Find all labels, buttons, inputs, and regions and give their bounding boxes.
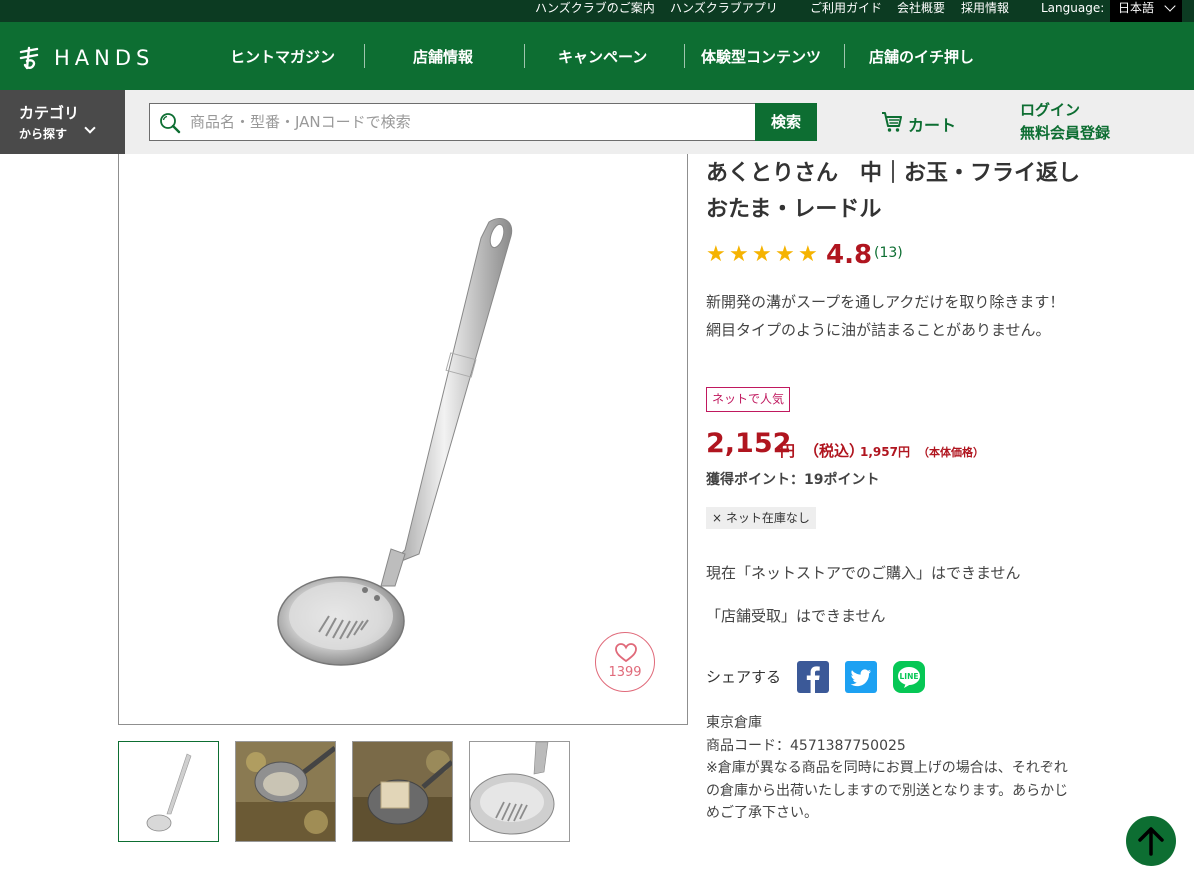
nav-store-picks[interactable]: 店舗のイチ押し bbox=[869, 46, 974, 68]
online-purchase-notice: 現在「ネットストアでのご購入」はできません bbox=[706, 564, 1021, 582]
category-label: カテゴリ bbox=[19, 104, 80, 122]
price-currency: 円 bbox=[780, 442, 796, 460]
heart-icon bbox=[615, 643, 637, 663]
chevron-down-icon bbox=[1164, 0, 1176, 12]
topbar-link-hands-club[interactable]: ハンズクラブのご案内 bbox=[535, 0, 655, 22]
nav-divider bbox=[364, 44, 365, 68]
warehouse-name: 東京倉庫 bbox=[706, 715, 762, 731]
ladle-image bbox=[277, 218, 513, 666]
favorite-button[interactable]: 1399 bbox=[595, 632, 655, 692]
line-icon: LINE bbox=[898, 667, 920, 688]
product-title: あくとりさん 中｜お玉・フライ返し おたま・レードル bbox=[706, 161, 1103, 222]
price-tax-label: （税込） bbox=[804, 442, 865, 460]
topbar-link-hands-club-app[interactable]: ハンズクラブアプリ bbox=[670, 0, 778, 22]
topbar-link-careers[interactable]: 採用情報 bbox=[961, 0, 1009, 22]
reward-points: 獲得ポイント：19ポイント bbox=[706, 472, 880, 488]
language-label: Language: bbox=[1041, 1, 1105, 15]
line-icon-text: LINE bbox=[900, 672, 919, 681]
product-main-image[interactable]: 1399 bbox=[118, 154, 688, 725]
facebook-share-button[interactable] bbox=[797, 661, 829, 693]
facebook-icon bbox=[806, 666, 820, 693]
favorite-count: 1399 bbox=[608, 665, 642, 680]
review-count-link[interactable]: (13) bbox=[874, 245, 903, 261]
search-button[interactable]: 検索 bbox=[755, 103, 817, 141]
account-links: ログイン 無料会員登録 bbox=[1020, 99, 1110, 145]
twitter-icon bbox=[850, 669, 871, 687]
thumbnail-3[interactable] bbox=[352, 741, 453, 842]
category-sublabel: から探す bbox=[19, 127, 68, 141]
thumbnail-4[interactable] bbox=[469, 741, 570, 842]
warehouse-info: 東京倉庫 商品コード：4571387750025 ※倉庫が異なる商品を同時にお買… bbox=[706, 712, 1081, 825]
nav-divider bbox=[524, 44, 525, 68]
nav-campaign[interactable]: キャンペーン bbox=[558, 46, 647, 68]
star-icon: ★ bbox=[729, 242, 749, 267]
popular-badge: ネットで人気 bbox=[706, 387, 791, 412]
language-select[interactable]: 日本語 bbox=[1110, 0, 1182, 22]
nav-divider bbox=[844, 44, 845, 68]
topbar-link-company[interactable]: 会社概要 bbox=[897, 0, 945, 22]
search-icon bbox=[160, 113, 181, 134]
tofu-photo-thumbnail bbox=[353, 742, 452, 841]
category-menu-button[interactable]: カテゴリ から探す bbox=[0, 90, 125, 154]
twitter-share-button[interactable] bbox=[845, 661, 877, 693]
thumbnail-1[interactable] bbox=[118, 741, 219, 842]
share-label: シェアする bbox=[706, 668, 782, 686]
register-link[interactable]: 無料会員登録 bbox=[1020, 122, 1110, 145]
base-price: 1,957円 bbox=[860, 445, 910, 459]
nav-hint-magazine[interactable]: ヒントマガジン bbox=[230, 46, 335, 68]
star-icon: ★ bbox=[798, 242, 818, 267]
ladle-closeup-thumbnail bbox=[470, 742, 569, 841]
product-description: 新開発の溝がスープを通しアクだけを取り除きます！網目タイプのように油が詰まること… bbox=[706, 293, 1065, 339]
utility-bar: ハンズクラブのご案内 ハンズクラブアプリ ご利用ガイド 会社概要 採用情報 La… bbox=[0, 0, 1194, 22]
stock-status-badge: × ネット在庫なし bbox=[706, 507, 816, 529]
product-code: 商品コード：4571387750025 bbox=[706, 737, 906, 754]
rating-value: 4.8 bbox=[826, 240, 873, 270]
nav-store-info[interactable]: 店舗情報 bbox=[413, 46, 473, 68]
cart-icon bbox=[882, 112, 902, 132]
nav-divider bbox=[684, 44, 685, 68]
shipping-note: ※倉庫が異なる商品を同時にお買上げの場合は、それぞれの倉庫から出荷いたしますので… bbox=[706, 760, 1069, 821]
main-header: HANDS ヒントマガジン 店舗情報 キャンペーン 体験型コンテンツ 店舗のイチ… bbox=[0, 22, 1194, 90]
base-price-label: （本体価格） bbox=[918, 446, 984, 459]
login-link[interactable]: ログイン bbox=[1020, 99, 1110, 122]
star-icon: ★ bbox=[775, 242, 795, 267]
thumbnail-2[interactable] bbox=[235, 741, 336, 842]
star-rating: ★ ★ ★ ★ ★ bbox=[706, 242, 821, 268]
search-bar-row: カテゴリ から探す 検索 カート ログイン 無料会員登録 bbox=[0, 90, 1194, 154]
cart-label: カート bbox=[908, 116, 957, 135]
search-field bbox=[149, 103, 755, 141]
store-pickup-notice: 「店舗受取」はできません bbox=[706, 607, 886, 625]
line-share-button[interactable]: LINE bbox=[893, 661, 925, 693]
cooking-photo-thumbnail bbox=[236, 742, 335, 841]
price-value: 2,152 bbox=[706, 428, 792, 459]
search-input[interactable] bbox=[190, 110, 740, 134]
language-value: 日本語 bbox=[1118, 1, 1155, 15]
arrow-up-icon bbox=[1138, 827, 1164, 856]
star-icon: ★ bbox=[706, 242, 726, 267]
hands-logo-icon[interactable] bbox=[16, 44, 44, 72]
topbar-link-guide[interactable]: ご利用ガイド bbox=[810, 0, 882, 22]
logo-text[interactable]: HANDS bbox=[54, 46, 154, 70]
back-to-top-button[interactable] bbox=[1126, 816, 1176, 866]
ladle-thumbnail bbox=[146, 753, 192, 832]
chevron-down-icon bbox=[84, 122, 96, 134]
nav-experience-content[interactable]: 体験型コンテンツ bbox=[701, 46, 821, 68]
star-icon: ★ bbox=[752, 242, 772, 267]
